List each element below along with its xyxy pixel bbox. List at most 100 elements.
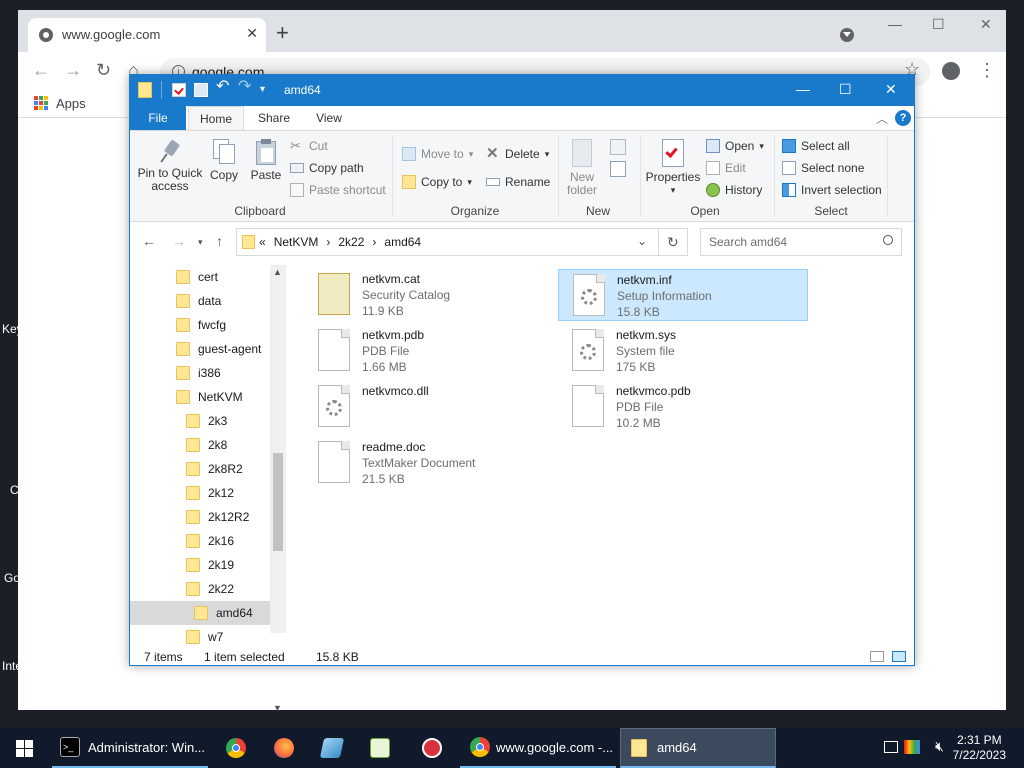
nav-item-2k3[interactable]: 2k3 — [130, 409, 270, 433]
new-folder-button[interactable]: New folder — [562, 139, 602, 197]
breadcrumb-overflow[interactable]: « — [259, 235, 266, 249]
nav-item-fwcfg[interactable]: fwcfg — [130, 313, 270, 337]
new-folder-qat-icon[interactable] — [194, 83, 208, 97]
cut-button[interactable]: ✂ Cut — [290, 139, 328, 154]
maximize-icon[interactable]: ☐ — [839, 81, 852, 98]
up-arrow-icon[interactable]: ↑ — [216, 233, 223, 249]
start-button[interactable] — [0, 728, 48, 768]
pin-to-quick-access-button[interactable]: Pin to Quick access — [136, 139, 204, 193]
nav-item-2k12r2[interactable]: 2k12R2 — [130, 505, 270, 529]
breadcrumb-2k22[interactable]: 2k22 — [338, 235, 364, 249]
nav-scrollbar-thumb[interactable] — [273, 453, 283, 551]
chevron-right-icon[interactable]: › — [326, 235, 330, 249]
close-icon[interactable]: ✕ — [980, 16, 992, 33]
move-to-button[interactable]: Move to ▾ — [402, 147, 473, 161]
taskbar-item-explorer[interactable]: amd64 — [620, 728, 776, 768]
minimize-icon[interactable]: — — [796, 81, 810, 97]
refresh-button[interactable]: ↻ — [658, 228, 688, 256]
nav-item-2k16[interactable]: 2k16 — [130, 529, 270, 553]
new-tab-button[interactable]: + — [276, 22, 289, 44]
clock[interactable]: 2:31 PM 7/22/2023 — [953, 733, 1006, 763]
nav-item-2k12[interactable]: 2k12 — [130, 481, 270, 505]
select-none-button[interactable]: Select none — [782, 161, 864, 175]
taskbar-pinned-chrome[interactable] — [216, 728, 256, 768]
open-button[interactable]: Open ▾ — [706, 139, 764, 153]
qat-customize-icon[interactable]: ▾ — [260, 84, 274, 98]
menu-kebab-icon[interactable]: ⋮ — [978, 60, 996, 81]
nav-item-data[interactable]: data — [130, 289, 270, 313]
file-item[interactable]: netkvm.pdb PDB File 1.66 MB — [304, 325, 554, 377]
reload-icon[interactable]: ↻ — [96, 60, 111, 81]
file-item[interactable]: netkvm.inf Setup Information 15.8 KB — [558, 269, 808, 321]
nav-item-2k8[interactable]: 2k8 — [130, 433, 270, 457]
copy-path-button[interactable]: Copy path — [290, 161, 364, 175]
history-button[interactable]: History — [706, 183, 762, 197]
tab-search-icon[interactable] — [840, 28, 854, 42]
network-icon[interactable] — [884, 741, 898, 753]
select-all-button[interactable]: Select all — [782, 139, 850, 153]
invert-selection-button[interactable]: Invert selection — [782, 183, 882, 197]
tab-share[interactable]: Share — [250, 106, 298, 130]
breadcrumb-amd64[interactable]: amd64 — [384, 235, 421, 249]
scroll-up-icon[interactable]: ▲ — [273, 267, 282, 277]
breadcrumb-netkvm[interactable]: NetKVM — [274, 235, 319, 249]
forward-arrow-icon[interactable]: → — [64, 60, 82, 81]
nav-item-netkvm[interactable]: NetKVM — [130, 385, 270, 409]
properties-button[interactable]: Properties ▾ — [644, 139, 702, 197]
taskbar-pinned-firefox[interactable] — [264, 728, 304, 768]
nav-item-w7[interactable]: w7 — [130, 625, 270, 649]
redo-icon[interactable]: ↷ — [238, 79, 252, 95]
chevron-right-icon[interactable]: › — [372, 235, 376, 249]
nav-scrollbar[interactable] — [270, 265, 286, 633]
chevron-down-icon[interactable]: ⌄ — [637, 234, 647, 248]
tab-file[interactable]: File — [130, 106, 186, 130]
copy-button[interactable]: Copy — [206, 139, 242, 182]
forward-arrow-icon[interactable]: → — [172, 233, 186, 249]
speaker-muted-icon[interactable]: 🔇︎ — [935, 738, 944, 755]
tab-view[interactable]: View — [306, 106, 352, 130]
details-view-icon[interactable] — [870, 651, 884, 662]
collapse-ribbon-icon[interactable]: ︿ — [876, 110, 888, 127]
back-arrow-icon[interactable]: ← — [142, 233, 156, 249]
undo-icon[interactable]: ↶ — [216, 79, 230, 95]
new-item-icon[interactable] — [610, 139, 626, 155]
close-tab-icon[interactable]: ✕ — [246, 25, 258, 42]
recent-locations-icon[interactable]: ▾ — [198, 237, 203, 248]
paste-button[interactable]: Paste — [248, 139, 284, 182]
browser-tab[interactable]: www.google.com ✕ — [28, 18, 266, 52]
apps-bookmark[interactable]: Apps — [56, 96, 86, 111]
paste-shortcut-button[interactable]: Paste shortcut — [290, 183, 386, 197]
nav-item-cert[interactable]: cert — [130, 265, 270, 289]
file-item[interactable]: readme.doc TextMaker Document 21.5 KB — [304, 437, 554, 489]
file-item[interactable]: netkvmco.pdb PDB File 10.2 MB — [558, 381, 808, 433]
apps-grid-icon[interactable] — [34, 96, 48, 110]
help-icon[interactable]: ? — [895, 110, 911, 126]
display-icon[interactable] — [904, 740, 920, 754]
nav-item-2k22[interactable]: 2k22 — [130, 577, 270, 601]
nav-item-guest-agent[interactable]: guest-agent — [130, 337, 270, 361]
nav-item-i386[interactable]: i386 — [130, 361, 270, 385]
easy-access-icon[interactable] — [610, 161, 626, 177]
minimize-icon[interactable]: — — [888, 16, 902, 32]
address-bar[interactable]: « NetKVM › 2k22 › amd64 ⌄ — [236, 228, 688, 256]
large-icons-view-icon[interactable] — [892, 651, 906, 662]
edit-button[interactable]: Edit — [706, 161, 746, 175]
taskbar-item-browser[interactable]: www.google.com -... — [460, 728, 616, 768]
taskbar-pinned-snipping[interactable] — [410, 728, 454, 768]
taskbar-item-terminal[interactable]: >_ Administrator: Win... — [52, 728, 208, 768]
nav-item-2k8r2[interactable]: 2k8R2 — [130, 457, 270, 481]
properties-qat-icon[interactable] — [172, 83, 186, 97]
tab-home[interactable]: Home — [188, 106, 244, 130]
scroll-down-icon[interactable]: ▼ — [273, 703, 282, 713]
taskbar-pinned-app[interactable] — [312, 728, 352, 768]
file-item[interactable]: netkvmco.dll — [304, 381, 554, 433]
file-item[interactable]: netkvm.cat Security Catalog 11.9 KB — [304, 269, 554, 321]
copy-to-button[interactable]: Copy to ▾ — [402, 175, 472, 189]
maximize-icon[interactable]: ☐ — [932, 16, 945, 33]
taskbar-pinned-spreadsheet[interactable] — [360, 728, 400, 768]
close-icon[interactable]: ✕ — [885, 81, 897, 98]
rename-button[interactable]: Rename — [486, 175, 550, 189]
delete-button[interactable]: ✕ Delete ▾ — [486, 146, 549, 161]
search-input[interactable]: Search amd64 — [700, 228, 902, 256]
nav-item-2k19[interactable]: 2k19 — [130, 553, 270, 577]
